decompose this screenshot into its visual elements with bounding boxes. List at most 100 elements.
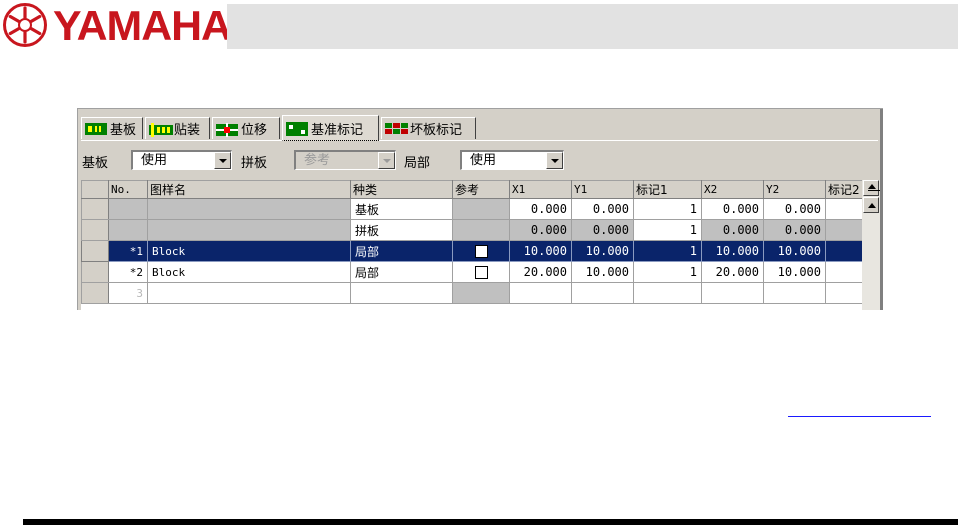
offset-icon bbox=[216, 122, 238, 137]
board-select-value: 使用 bbox=[141, 153, 168, 168]
row-x1: 0.000 bbox=[509, 219, 572, 241]
row-x2[interactable]: 20.000 bbox=[701, 261, 764, 283]
row-no: *1 bbox=[108, 240, 148, 262]
col-header-mark1[interactable]: 标记1 bbox=[633, 180, 702, 199]
row-mark2[interactable] bbox=[825, 282, 863, 304]
row-y2[interactable]: 10.000 bbox=[763, 261, 826, 283]
table-row[interactable]: *2 Block 局部 20.000 10.000 1 20.000 10.00… bbox=[81, 261, 863, 283]
row-no bbox=[108, 198, 148, 220]
table-row[interactable]: 拼板 0.000 0.000 1 0.000 0.000 bbox=[81, 219, 863, 241]
row-x1[interactable]: 20.000 bbox=[509, 261, 572, 283]
fiducial-mark-icon bbox=[286, 122, 308, 136]
col-header-pattern-name[interactable]: 图样名 bbox=[147, 180, 351, 199]
row-mark1[interactable]: 1 bbox=[633, 240, 702, 262]
header-corner[interactable] bbox=[81, 180, 109, 199]
row-type[interactable] bbox=[350, 282, 453, 304]
row-selector[interactable] bbox=[81, 219, 109, 241]
row-mark1[interactable]: 1 bbox=[633, 261, 702, 283]
tab-fiducial-mark-label: 基准标记 bbox=[311, 122, 364, 138]
row-no: 3 bbox=[108, 282, 148, 304]
col-header-x1[interactable]: X1 bbox=[509, 180, 572, 199]
double-up-arrow-icon bbox=[868, 184, 876, 189]
tab-offset-label: 位移 bbox=[241, 123, 268, 138]
row-mark2[interactable] bbox=[825, 198, 863, 220]
row-pattern-name[interactable] bbox=[147, 282, 351, 304]
row-pattern-name bbox=[147, 198, 351, 220]
col-header-reference[interactable]: 参考 bbox=[452, 180, 510, 199]
reference-checkbox[interactable] bbox=[474, 266, 488, 279]
row-y1: 0.000 bbox=[571, 219, 634, 241]
row-reference bbox=[452, 219, 510, 241]
row-y2[interactable]: 0.000 bbox=[763, 198, 826, 220]
row-x1[interactable] bbox=[509, 282, 572, 304]
chevron-down-icon[interactable] bbox=[546, 152, 563, 169]
col-header-type[interactable]: 种类 bbox=[350, 180, 453, 199]
row-pattern-name[interactable]: Block bbox=[147, 261, 351, 283]
row-pattern-name[interactable]: Block bbox=[147, 240, 351, 262]
row-selector[interactable] bbox=[81, 282, 109, 304]
tab-mount-label: 贴装 bbox=[174, 123, 201, 138]
tab-fiducial-mark[interactable]: 基准标记 bbox=[282, 115, 379, 141]
row-mark2[interactable] bbox=[825, 240, 863, 262]
row-x2[interactable]: 10.000 bbox=[701, 240, 764, 262]
row-y2[interactable]: 10.000 bbox=[763, 240, 826, 262]
row-type[interactable]: 局部 bbox=[350, 261, 453, 283]
row-x1[interactable]: 10.000 bbox=[509, 240, 572, 262]
col-header-no[interactable]: No. bbox=[108, 180, 148, 199]
col-header-mark2[interactable]: 标记2 bbox=[825, 180, 863, 199]
col-header-y1[interactable]: Y1 bbox=[571, 180, 634, 199]
row-type: 拼板 bbox=[350, 219, 453, 241]
row-type[interactable]: 局部 bbox=[350, 240, 453, 262]
yamaha-logo-text: YAMAHA bbox=[53, 2, 232, 49]
hyperlink-underline[interactable] bbox=[788, 416, 931, 417]
reference-checkbox[interactable] bbox=[474, 245, 488, 258]
chevron-down-icon bbox=[378, 152, 395, 169]
row-x2[interactable]: 0.000 bbox=[701, 198, 764, 220]
board-select[interactable]: 使用 bbox=[131, 150, 232, 170]
row-y1[interactable]: 10.000 bbox=[571, 240, 634, 262]
row-selector[interactable] bbox=[81, 198, 109, 220]
tab-mount[interactable]: 贴装 bbox=[145, 117, 210, 139]
board-icon bbox=[85, 122, 107, 135]
local-select-value: 使用 bbox=[470, 153, 497, 168]
row-mark2[interactable] bbox=[825, 261, 863, 283]
table-row[interactable]: 3 bbox=[81, 282, 863, 304]
row-y1[interactable]: 10.000 bbox=[571, 261, 634, 283]
grid-header-row: No. 图样名 种类 参考 X1 Y1 标记1 X2 Y2 标记2 bbox=[81, 180, 863, 199]
tab-bad-mark[interactable]: 坏板标记 bbox=[381, 117, 476, 139]
row-y2: 0.000 bbox=[763, 219, 826, 241]
row-reference[interactable] bbox=[452, 240, 510, 262]
table-row[interactable]: *1 Block 局部 10.000 10.000 1 10.000 10.00… bbox=[81, 240, 863, 262]
row-selector[interactable] bbox=[81, 261, 109, 283]
tab-board[interactable]: 基板 bbox=[81, 117, 143, 139]
row-no bbox=[108, 219, 148, 241]
col-header-x2[interactable]: X2 bbox=[701, 180, 764, 199]
local-label: 局部 bbox=[404, 156, 431, 171]
panel-select-value: 参考 bbox=[304, 153, 331, 168]
row-reference bbox=[452, 198, 510, 220]
row-y1[interactable] bbox=[571, 282, 634, 304]
row-pattern-name bbox=[147, 219, 351, 241]
row-mark1[interactable]: 1 bbox=[633, 198, 702, 220]
fiducial-grid[interactable]: No. 图样名 种类 参考 X1 Y1 标记1 X2 Y2 标记2 基板 0.0… bbox=[81, 180, 880, 310]
row-y2[interactable] bbox=[763, 282, 826, 304]
fiducial-settings-window: 基板 贴装 位移 基准标记 坏板标记 基板 使用 拼板 参考 局部 使用 No.… bbox=[77, 108, 883, 310]
row-x2[interactable] bbox=[701, 282, 764, 304]
tab-offset[interactable]: 位移 bbox=[212, 117, 280, 139]
row-mark1[interactable]: 1 bbox=[633, 219, 702, 241]
row-y1[interactable]: 0.000 bbox=[571, 198, 634, 220]
row-reference[interactable] bbox=[452, 261, 510, 283]
panel-select: 参考 bbox=[294, 150, 396, 170]
local-select[interactable]: 使用 bbox=[460, 150, 564, 170]
scroll-up-button[interactable] bbox=[863, 197, 879, 213]
row-mark1[interactable] bbox=[633, 282, 702, 304]
row-selector[interactable] bbox=[81, 240, 109, 262]
footer-bar bbox=[23, 519, 958, 525]
col-header-y2[interactable]: Y2 bbox=[763, 180, 826, 199]
vertical-scrollbar[interactable] bbox=[862, 180, 880, 310]
row-x1[interactable]: 0.000 bbox=[509, 198, 572, 220]
table-row[interactable]: 基板 0.000 0.000 1 0.000 0.000 bbox=[81, 198, 863, 220]
chevron-down-icon[interactable] bbox=[214, 152, 231, 169]
row-reference bbox=[452, 282, 510, 304]
scroll-top-button[interactable] bbox=[863, 180, 880, 196]
